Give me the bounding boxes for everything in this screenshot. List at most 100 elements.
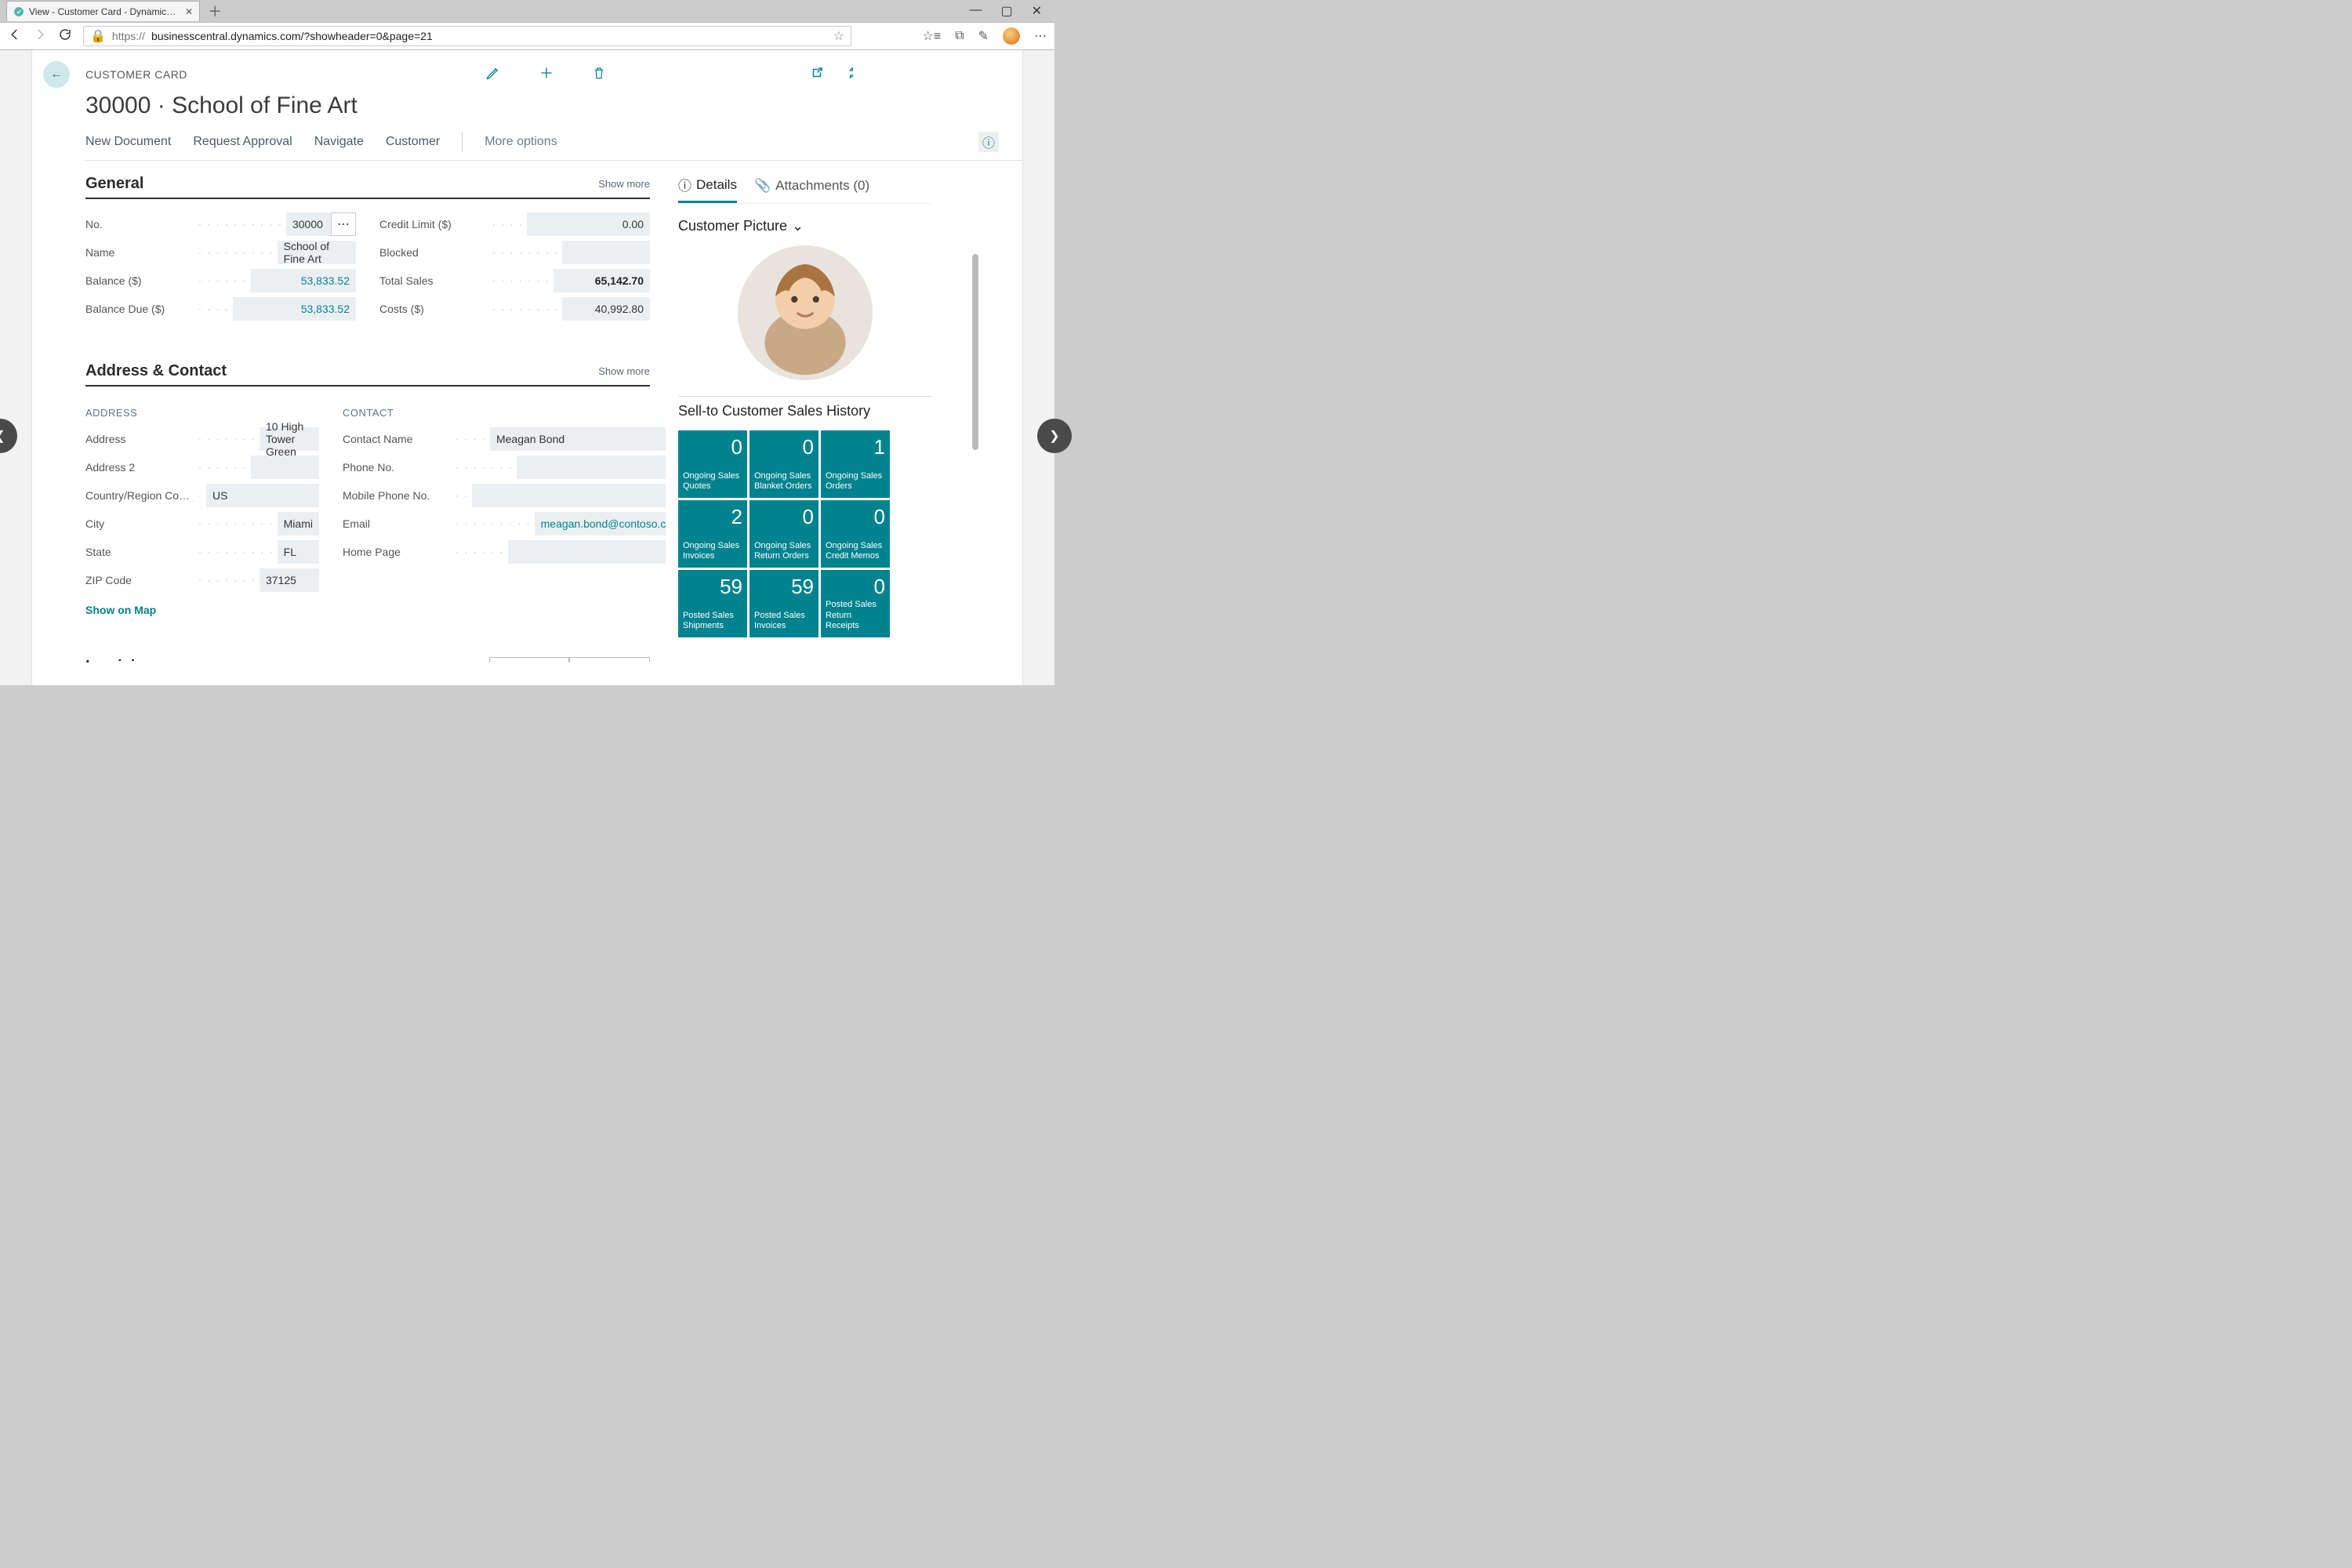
main-column: General Show more No.· · · · · · · · · ·…	[85, 161, 666, 662]
side-column: ⓘDetails 📎Attachments (0) Customer Pictu…	[666, 161, 940, 662]
sales-history-title: Sell-to Customer Sales History	[678, 403, 932, 419]
chip-domestic-2[interactable]: DOMESTIC	[569, 657, 650, 662]
page-label: CUSTOMER CARD	[85, 68, 187, 81]
lock-icon: 🔒	[90, 28, 106, 44]
value-total-sales: 65,142.70	[554, 269, 650, 292]
input-blocked[interactable]	[562, 241, 650, 264]
tile-posted-shipments[interactable]: 59Posted Sales Shipments	[678, 570, 747, 637]
input-state[interactable]: FL	[278, 540, 319, 564]
new-icon[interactable]	[539, 65, 554, 85]
more-icon[interactable]: ⋯	[1034, 28, 1047, 44]
address-show-more[interactable]: Show more	[598, 365, 650, 377]
input-no[interactable]: 30000	[286, 212, 332, 236]
tab-title: View - Customer Card - Dynamic…	[29, 6, 176, 17]
customer-picture-head[interactable]: Customer Picture⌄	[678, 218, 932, 234]
field-zip: ZIP Code· · · · · · ·37125	[85, 566, 319, 594]
tile-ongoing-return-orders[interactable]: 0Ongoing Sales Return Orders	[750, 500, 818, 568]
delete-icon[interactable]	[592, 65, 606, 85]
close-window-icon[interactable]: ✕	[1032, 3, 1042, 19]
url-input[interactable]: 🔒 https:// businesscentral.dynamics.com/?…	[83, 26, 851, 46]
input-mobile[interactable]	[472, 484, 666, 507]
maximize-icon[interactable]: ▢	[1000, 3, 1012, 19]
field-contact-name: Contact Name· · · ·Meagan Bond	[343, 425, 666, 453]
section-general-head: General Show more	[85, 175, 650, 199]
info-icon[interactable]: ⓘ	[978, 132, 999, 152]
value-balance[interactable]: 53,833.52	[251, 269, 356, 292]
menu-customer[interactable]: Customer	[386, 135, 440, 149]
input-email[interactable]: meagan.bond@contoso.com	[535, 512, 666, 535]
field-address: Address· · · · · · ·10 High Tower Green	[85, 425, 319, 453]
general-show-more[interactable]: Show more	[598, 178, 650, 190]
value-balance-due[interactable]: 53,833.52	[233, 297, 356, 321]
menu-request-approval[interactable]: Request Approval	[193, 135, 292, 149]
app-root: ❮ ❯ ← CUSTOMER CARD 30000 · School of Fi…	[0, 50, 1054, 685]
section-invoicing: Invoicing› DOMESTIC DOMESTIC	[85, 657, 650, 662]
field-address2: Address 2· · · · · ·	[85, 453, 319, 481]
prev-record-button[interactable]: ❮	[0, 419, 17, 453]
tile-posted-return-receipts[interactable]: 0Posted Sales Return Receipts	[821, 570, 890, 637]
input-address[interactable]: 10 High Tower Green	[260, 427, 319, 451]
refresh-icon[interactable]	[58, 27, 72, 45]
tile-ongoing-quotes[interactable]: 0Ongoing Sales Quotes	[678, 430, 747, 498]
input-phone[interactable]	[517, 456, 666, 479]
menu-new-document[interactable]: New Document	[85, 135, 171, 149]
field-blocked: Blocked· · · · · · · ·	[379, 238, 650, 267]
collections-icon[interactable]: ⧉	[955, 29, 964, 43]
customer-card-page: ← CUSTOMER CARD 30000 · School of Fine A…	[31, 50, 1023, 685]
new-tab-button[interactable]: ＋	[208, 1, 222, 21]
chevron-right-icon: ›	[158, 658, 163, 662]
close-tab-icon[interactable]: ✕	[185, 6, 193, 17]
input-city[interactable]: Miami	[278, 512, 319, 535]
url-scheme: https://	[112, 30, 145, 42]
input-zip[interactable]: 37125	[260, 568, 319, 592]
url-path: businesscentral.dynamics.com/?showheader…	[151, 30, 433, 42]
divider	[678, 396, 932, 397]
tab-bar: View - Customer Card - Dynamic… ✕ ＋ ― ▢ …	[0, 0, 1054, 22]
input-contact-name[interactable]: Meagan Bond	[490, 427, 666, 451]
chevron-down-icon: ⌄	[792, 218, 804, 234]
minimize-icon[interactable]: ―	[969, 3, 982, 19]
notes-icon[interactable]: ✎	[978, 28, 989, 44]
field-state: State· · · · · · · · ·FL	[85, 538, 319, 566]
invoicing-toggle[interactable]: Invoicing›	[85, 658, 162, 662]
field-city: City· · · · · · · · ·Miami	[85, 510, 319, 538]
star-icon[interactable]: ☆	[833, 28, 844, 44]
tab-details[interactable]: ⓘDetails	[678, 175, 737, 203]
input-address2[interactable]	[251, 456, 319, 479]
page-head: ← CUSTOMER CARD	[32, 50, 1022, 88]
tile-ongoing-orders[interactable]: 1Ongoing Sales Orders	[821, 430, 890, 498]
edit-icon[interactable]	[485, 65, 501, 85]
next-record-button[interactable]: ❯	[1037, 419, 1072, 453]
show-on-map-link[interactable]: Show on Map	[85, 604, 156, 616]
menu-more-options[interactable]: More options	[485, 135, 557, 149]
input-credit[interactable]: 0.00	[527, 212, 650, 236]
input-name[interactable]: School of Fine Art	[278, 241, 356, 264]
field-balance: Balance ($)· · · · · ·53,833.52	[85, 267, 356, 295]
no-lookup-button[interactable]: ⋯	[331, 212, 356, 236]
nav-back-icon[interactable]	[8, 27, 22, 45]
field-homepage: Home Page· · · · · ·	[343, 538, 666, 566]
tile-ongoing-invoices[interactable]: 2Ongoing Sales Invoices	[678, 500, 747, 568]
scrollbar[interactable]	[972, 254, 978, 450]
tab-attachments[interactable]: 📎Attachments (0)	[754, 175, 869, 203]
chip-domestic-1[interactable]: DOMESTIC	[489, 657, 570, 662]
tile-ongoing-blanket-orders[interactable]: 0Ongoing Sales Blanket Orders	[750, 430, 818, 498]
tile-ongoing-credit-memos[interactable]: 0Ongoing Sales Credit Memos	[821, 500, 890, 568]
favorites-icon[interactable]: ☆≡	[922, 28, 941, 44]
back-button[interactable]: ←	[43, 61, 70, 88]
customer-title: 30000 · School of Fine Art	[85, 93, 1022, 119]
address-grid: ADDRESS Address· · · · · · ·10 High Towe…	[85, 397, 650, 618]
customer-picture[interactable]	[738, 245, 873, 380]
input-homepage[interactable]	[508, 540, 666, 564]
address-subhead: ADDRESS	[85, 407, 319, 419]
collapse-icon[interactable]	[844, 66, 858, 84]
input-country[interactable]: US	[206, 484, 319, 507]
general-grid: No.· · · · · · · · · ·30000⋯ Name· · · ·…	[85, 210, 650, 323]
browser-tab[interactable]: View - Customer Card - Dynamic… ✕	[6, 1, 200, 21]
menu-navigate[interactable]: Navigate	[314, 135, 364, 149]
popout-icon[interactable]	[810, 66, 824, 84]
profile-avatar-icon[interactable]	[1003, 27, 1020, 45]
tile-posted-invoices[interactable]: 59Posted Sales Invoices	[750, 570, 818, 637]
nav-forward-icon[interactable]	[33, 27, 47, 45]
favicon-icon	[13, 6, 24, 17]
